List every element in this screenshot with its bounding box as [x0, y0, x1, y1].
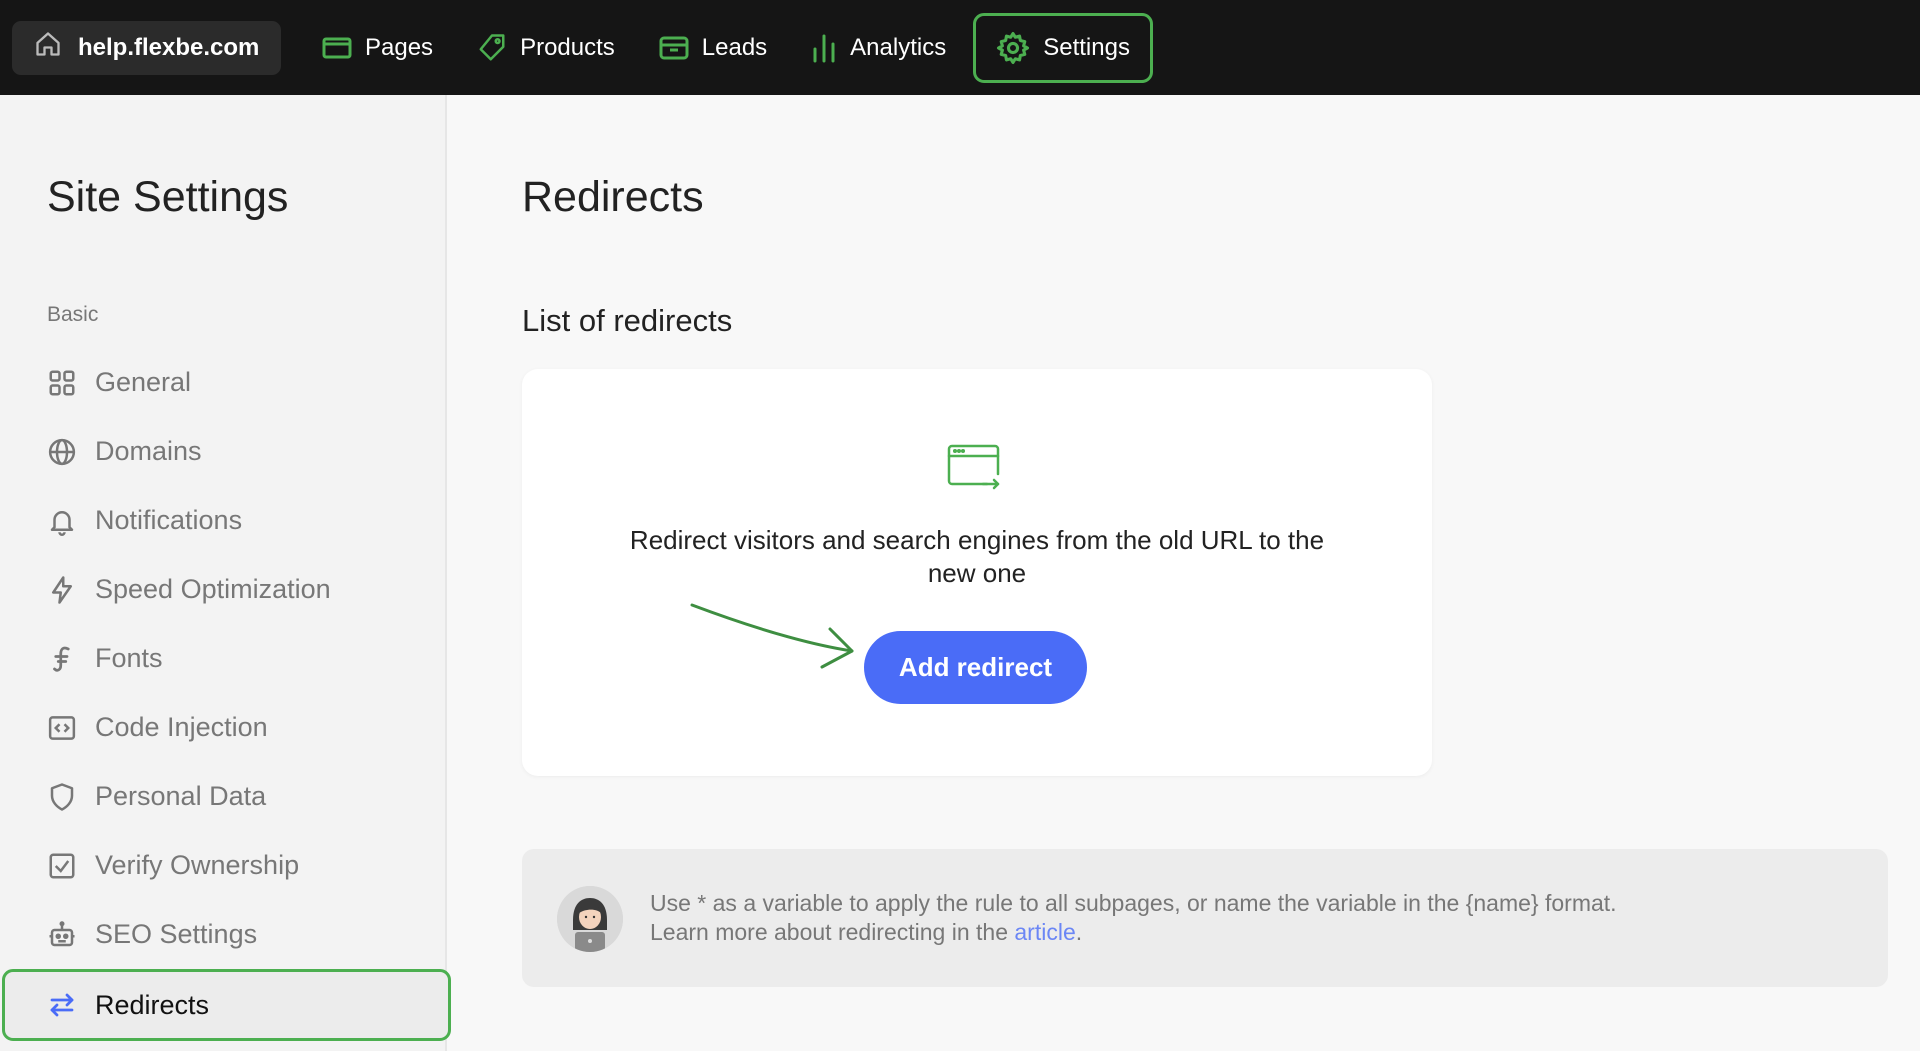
sidebar-item-code-injection[interactable]: Code Injection	[0, 693, 451, 762]
nav-settings-label: Settings	[1043, 33, 1130, 61]
hint-box: Use * as a variable to apply the rule to…	[522, 849, 1888, 987]
font-icon	[47, 644, 77, 674]
sidebar-item-seo-settings[interactable]: SEO Settings	[0, 900, 451, 969]
main-nav: Pages Products Leads Analytics Settings	[305, 0, 1163, 95]
sidebar-section-label: Basic	[47, 303, 99, 326]
nav-leads-label: Leads	[701, 33, 768, 61]
section-title: List of redirects	[522, 303, 733, 338]
article-link[interactable]: article	[1014, 919, 1075, 945]
bell-icon	[47, 506, 77, 536]
site-name: help.flexbe.com	[78, 33, 260, 61]
browser-redirect-icon	[947, 444, 1001, 495]
home-icon	[34, 30, 62, 65]
checkbox-icon	[47, 851, 77, 881]
sidebar-item-domains[interactable]: Domains	[0, 417, 451, 486]
shield-icon	[47, 782, 77, 812]
empty-redirects-card: Redirect visitors and search engines fro…	[522, 369, 1432, 776]
sidebar-item-label: Personal Data	[95, 781, 267, 811]
main-content: Redirects List of redirects Redirect vis…	[449, 95, 1920, 1051]
sidebar-menu: General Domains Notifications Speed Opti…	[0, 348, 451, 1041]
nav-analytics[interactable]: Analytics	[794, 13, 963, 83]
nav-pages[interactable]: Pages	[305, 13, 450, 83]
sidebar-item-label: Code Injection	[95, 712, 268, 742]
pointer-arrow	[690, 603, 854, 669]
hint-line-1: Use * as a variable to apply the rule to…	[650, 890, 1617, 916]
sidebar-item-verify-ownership[interactable]: Verify Ownership	[0, 831, 451, 900]
globe-icon	[47, 437, 77, 467]
page-title: Redirects	[522, 173, 704, 221]
site-selector[interactable]: help.flexbe.com	[12, 20, 281, 75]
nav-products-label: Products	[520, 33, 615, 61]
sidebar-item-label: Domains	[95, 436, 202, 466]
add-redirect-button[interactable]: Add redirect	[864, 631, 1087, 704]
sidebar-item-label: General	[95, 367, 192, 397]
top-navigation-bar: help.flexbe.com Pages Products Leads Ana…	[0, 0, 1920, 95]
sidebar-item-label: Verify Ownership	[95, 850, 300, 880]
pages-icon	[322, 36, 352, 60]
nav-settings[interactable]: Settings	[973, 12, 1153, 83]
sidebar-item-label: Fonts	[95, 643, 163, 673]
sidebar-item-redirects[interactable]: Redirects	[2, 969, 451, 1041]
nav-leads[interactable]: Leads	[642, 13, 784, 83]
hint-line-2-prefix: Learn more about redirecting in the	[650, 919, 1015, 945]
sidebar-item-fonts[interactable]: Fonts	[0, 624, 451, 693]
sidebar-item-notifications[interactable]: Notifications	[0, 486, 451, 555]
grid-icon	[47, 368, 77, 398]
nav-pages-label: Pages	[365, 33, 434, 61]
settings-sidebar: Site Settings Basic General Domains Noti…	[0, 95, 451, 1051]
sidebar-item-label: Notifications	[95, 505, 243, 535]
sidebar-item-label: Redirects	[95, 989, 210, 1020]
sidebar-title: Site Settings	[47, 173, 289, 221]
hint-text: Use * as a variable to apply the rule to…	[650, 889, 1617, 947]
hint-line-2-suffix: .	[1075, 919, 1083, 945]
nav-products[interactable]: Products	[460, 13, 632, 83]
empty-state-description: Redirect visitors and search engines fro…	[629, 525, 1325, 588]
assistant-avatar	[557, 886, 623, 952]
nav-analytics-label: Analytics	[850, 33, 947, 61]
swap-arrows-icon	[47, 990, 77, 1020]
robot-icon	[47, 920, 77, 950]
tag-icon	[477, 33, 507, 63]
gear-icon	[996, 31, 1030, 65]
sidebar-item-personal-data[interactable]: Personal Data	[0, 762, 451, 831]
code-icon	[47, 713, 77, 743]
sidebar-item-label: SEO Settings	[95, 919, 258, 949]
inbox-icon	[659, 35, 689, 61]
hint-line-2: Learn more about redirecting in the arti…	[650, 918, 1617, 947]
sidebar-item-speed-optimization[interactable]: Speed Optimization	[0, 555, 451, 624]
sidebar-item-general[interactable]: General	[0, 348, 451, 417]
lightning-icon	[47, 575, 77, 605]
sidebar-item-label: Speed Optimization	[95, 574, 331, 604]
bar-chart-icon	[811, 33, 837, 63]
